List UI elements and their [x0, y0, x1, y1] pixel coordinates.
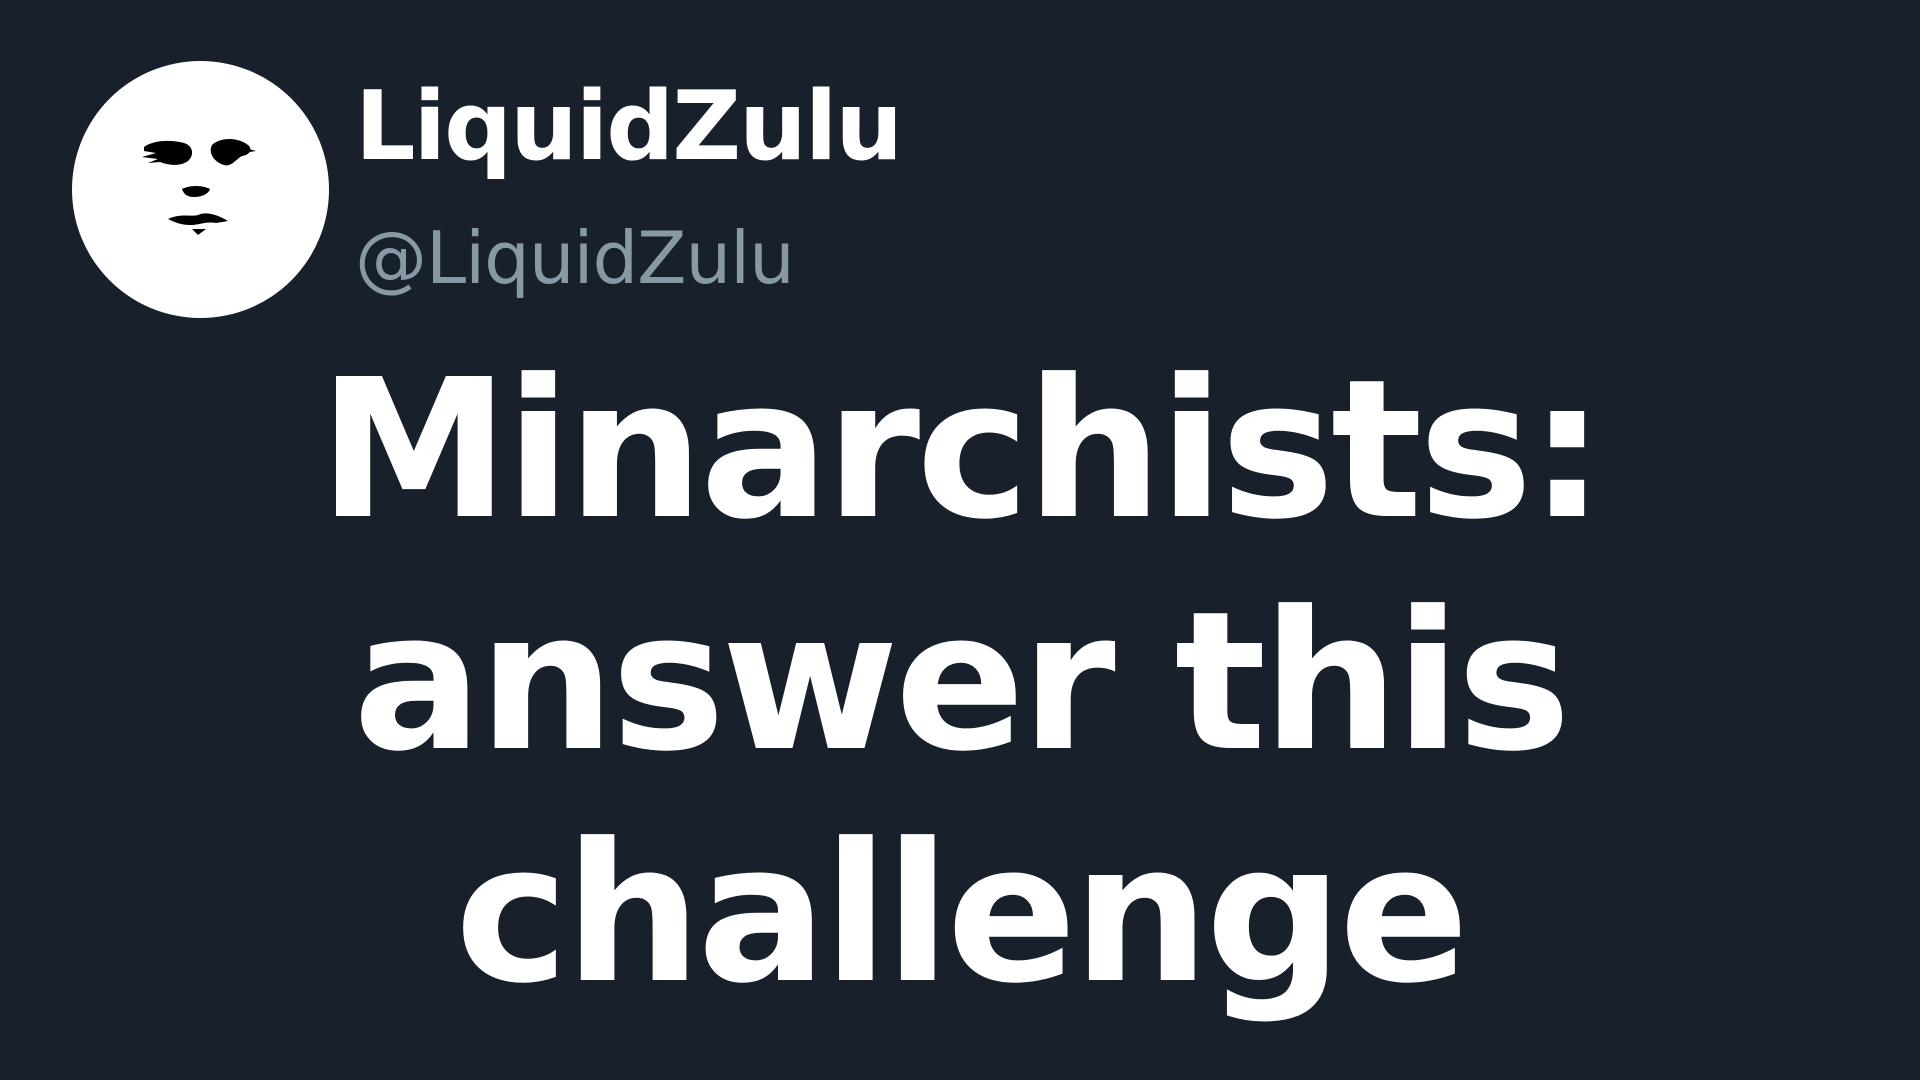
- headline-line-3: challenge: [454, 803, 1469, 1026]
- avatar: [72, 61, 329, 318]
- face-avatar-icon: [142, 139, 256, 235]
- headline-text: Minarchists: answer this challenge: [60, 335, 1860, 1031]
- headline-line-2: answer this: [352, 571, 1571, 794]
- display-name: LiquidZulu: [355, 72, 903, 182]
- user-handle: @LiquidZulu: [355, 216, 795, 300]
- headline-line-1: Minarchists:: [318, 339, 1605, 562]
